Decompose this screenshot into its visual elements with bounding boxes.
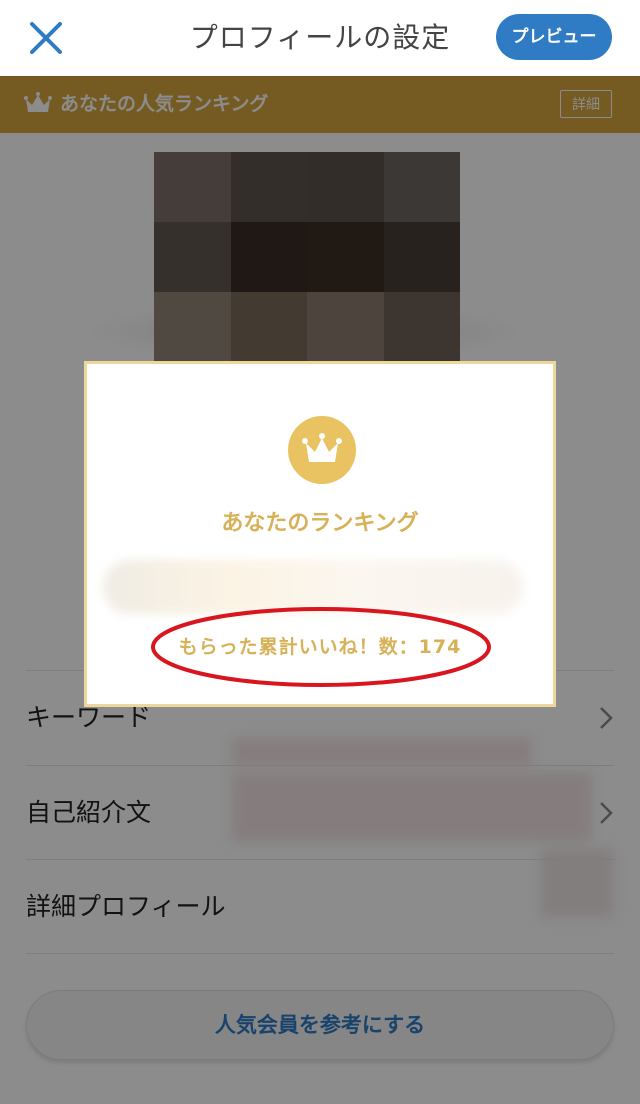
- crown-icon: [302, 433, 342, 462]
- crown-badge: [288, 416, 356, 484]
- ranking-modal: あなたのランキング もらった累計いいね！数：174: [84, 361, 556, 707]
- preview-button[interactable]: プレビュー: [496, 14, 612, 60]
- highlight-circle: [151, 607, 491, 687]
- modal-title: あなたのランキング: [221, 511, 419, 536]
- app-header: プロフィールの設定 プレビュー: [0, 0, 640, 76]
